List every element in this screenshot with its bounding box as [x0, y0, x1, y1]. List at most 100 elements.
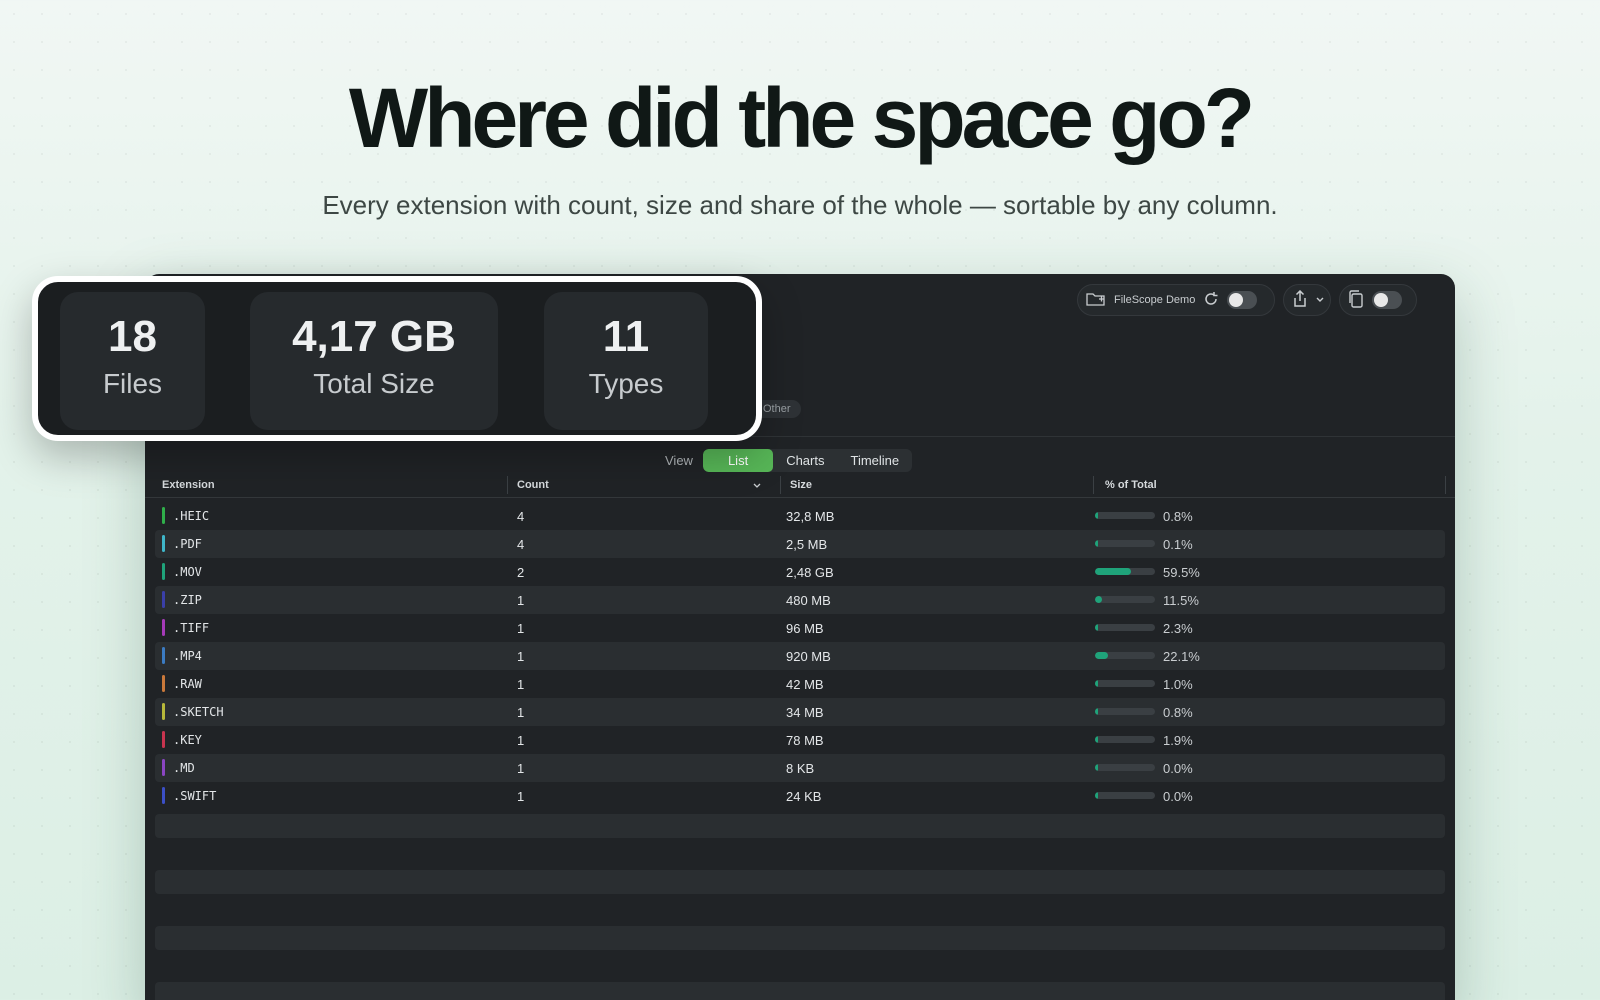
share-bar-fill: [1095, 652, 1109, 659]
table-row[interactable]: .TIFF 1 96 MB 2.3%: [155, 614, 1445, 642]
location-toggle[interactable]: [1227, 291, 1258, 309]
stat-files-label: Files: [102, 368, 163, 399]
table-row[interactable]: .MD 1 8 KB 0.0%: [155, 754, 1445, 782]
share-icon[interactable]: [1292, 289, 1308, 311]
column-separator: [1093, 476, 1094, 494]
share-bar: [1095, 736, 1155, 743]
copy-toggle[interactable]: [1372, 291, 1402, 309]
share-bar: [1095, 652, 1155, 659]
table-row[interactable]: .HEIC 4 32,8 MB 0.8%: [155, 502, 1445, 530]
empty-table-row: [155, 842, 1445, 866]
count-cell: 1: [517, 761, 525, 776]
type-color-swatch: [162, 759, 165, 776]
type-color-swatch: [162, 563, 165, 580]
extension-cell: .TIFF: [173, 621, 210, 635]
type-color-swatch: [162, 619, 165, 636]
size-cell: 2,48 GB: [786, 565, 834, 580]
percent-cell: 59.5%: [1163, 565, 1200, 580]
stat-size-value: 4,17 GB: [292, 312, 456, 361]
size-cell: 8 KB: [786, 761, 815, 776]
sort-chevron-icon[interactable]: [753, 480, 761, 492]
column-separator: [507, 476, 508, 494]
stat-types-label: Types: [588, 368, 664, 399]
column-separator: [780, 476, 781, 494]
share-bar-fill: [1095, 568, 1131, 575]
stat-files-value: 18: [108, 312, 157, 361]
chevron-down-icon[interactable]: [1316, 294, 1324, 306]
extension-cell: .SWIFT: [173, 789, 217, 803]
extension-cell: .ZIP: [173, 593, 202, 607]
share-bar: [1095, 680, 1155, 687]
view-label: View: [665, 453, 693, 468]
share-bar-fill: [1095, 596, 1102, 603]
count-cell: 1: [517, 733, 525, 748]
count-cell: 2: [517, 565, 525, 580]
share-bar-fill: [1095, 680, 1098, 687]
table-row[interactable]: .SKETCH 1 34 MB 0.8%: [155, 698, 1445, 726]
count-cell: 4: [517, 509, 525, 524]
size-cell: 480 MB: [786, 593, 831, 608]
stat-size-label: Total Size: [313, 368, 435, 399]
count-cell: 1: [517, 705, 525, 720]
share-bar-fill: [1095, 708, 1098, 715]
count-cell: 4: [517, 537, 525, 552]
tab-list[interactable]: List: [702, 449, 774, 472]
extension-table-body: .HEIC 4 32,8 MB 0.8% .PDF 4 2,5 MB 0.1% .MOV 2 2,4…: [155, 502, 1445, 1000]
size-cell: 78 MB: [786, 733, 824, 748]
percent-cell: 11.5%: [1163, 593, 1199, 608]
stat-types: 11 Types: [544, 292, 708, 430]
type-color-swatch: [162, 591, 165, 608]
share-bar-fill: [1095, 764, 1098, 771]
empty-table-row: [155, 982, 1445, 1000]
type-color-swatch: [162, 535, 165, 552]
stat-files: 18 Files: [60, 292, 205, 430]
share-bar: [1095, 596, 1155, 603]
extension-cell: .KEY: [173, 733, 202, 747]
share-bar: [1095, 792, 1155, 799]
column-header-extension[interactable]: Extension: [162, 479, 215, 491]
count-cell: 1: [517, 789, 525, 804]
share-group[interactable]: [1283, 284, 1331, 316]
column-header-size[interactable]: Size: [790, 479, 812, 491]
extension-cell: .HEIC: [173, 509, 210, 523]
share-bar-fill: [1095, 736, 1098, 743]
column-header-percent[interactable]: % of Total: [1105, 479, 1157, 491]
percent-cell: 0.8%: [1163, 705, 1193, 720]
size-cell: 42 MB: [786, 677, 824, 692]
size-cell: 920 MB: [786, 649, 831, 664]
extension-cell: .SKETCH: [173, 705, 224, 719]
table-row[interactable]: .PDF 4 2,5 MB 0.1%: [155, 530, 1445, 558]
extension-cell: .PDF: [173, 537, 202, 551]
share-bar: [1095, 540, 1155, 547]
tab-timeline[interactable]: Timeline: [837, 449, 912, 472]
count-cell: 1: [517, 621, 525, 636]
table-row[interactable]: .ZIP 1 480 MB 11.5%: [155, 586, 1445, 614]
percent-cell: 1.9%: [1163, 733, 1193, 748]
copy-group: [1339, 284, 1417, 316]
refresh-icon[interactable]: [1203, 291, 1219, 310]
count-cell: 1: [517, 677, 525, 692]
percent-cell: 1.0%: [1163, 677, 1193, 692]
empty-table-row: [155, 870, 1445, 894]
extension-cell: .MP4: [173, 649, 202, 663]
table-row[interactable]: .KEY 1 78 MB 1.9%: [155, 726, 1445, 754]
share-bar: [1095, 568, 1155, 575]
table-row[interactable]: .MP4 1 920 MB 22.1%: [155, 642, 1445, 670]
tab-charts[interactable]: Charts: [773, 449, 837, 472]
percent-cell: 22.1%: [1163, 649, 1200, 664]
table-row[interactable]: .SWIFT 1 24 KB 0.0%: [155, 782, 1445, 810]
type-color-swatch: [162, 731, 165, 748]
stat-types-value: 11: [602, 312, 650, 361]
column-header-count[interactable]: Count: [517, 479, 549, 491]
share-bar-fill: [1095, 792, 1098, 799]
copy-icon[interactable]: [1348, 289, 1364, 311]
folder-icon[interactable]: [1086, 291, 1106, 310]
page-subhead: Every extension with count, size and sha…: [322, 190, 1278, 220]
table-row[interactable]: .MOV 2 2,48 GB 59.5%: [155, 558, 1445, 586]
table-row[interactable]: .RAW 1 42 MB 1.0%: [155, 670, 1445, 698]
view-switcher: View List Charts Timeline: [665, 449, 913, 472]
table-header: Extension Count Size % of Total: [145, 472, 1455, 498]
extension-cell: .MD: [173, 761, 195, 775]
share-bar-fill: [1095, 540, 1098, 547]
share-bar-fill: [1095, 624, 1098, 631]
